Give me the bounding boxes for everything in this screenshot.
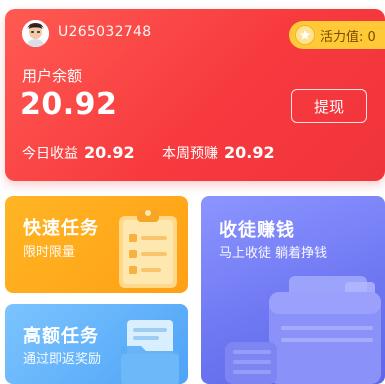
withdraw-button[interactable]: 提现 bbox=[291, 89, 367, 123]
today-earnings-label: 今日收益 bbox=[22, 146, 78, 162]
recruit-card[interactable]: 收徒赚钱 马上收徒 躺着挣钱 bbox=[201, 196, 385, 384]
week-estimate-label: 本周预赚 bbox=[162, 146, 218, 162]
star-icon bbox=[295, 25, 315, 45]
week-estimate-value: 20.92 bbox=[224, 143, 275, 162]
balance-value: 20.92 bbox=[20, 87, 118, 122]
vitality-badge[interactable]: 活力值: 0 bbox=[289, 21, 385, 49]
fast-task-title: 快速任务 bbox=[23, 218, 99, 239]
week-estimate: 本周预赚 20.92 bbox=[162, 143, 275, 163]
vitality-label: 活力值: 0 bbox=[320, 29, 376, 45]
balance-label: 用户余额 bbox=[22, 67, 83, 85]
high-task-card[interactable]: 高额任务 通过即返奖励 bbox=[5, 304, 188, 384]
high-task-title: 高额任务 bbox=[23, 326, 99, 347]
recruit-subtitle: 马上收徒 躺着挣钱 bbox=[219, 246, 328, 261]
user-id: U265032748 bbox=[58, 24, 152, 40]
folder-icon bbox=[121, 320, 179, 384]
today-earnings: 今日收益 20.92 bbox=[22, 143, 135, 163]
clipboard-icon bbox=[119, 210, 177, 288]
fast-task-card[interactable]: 快速任务 限时限量 bbox=[5, 196, 188, 293]
balance-card: U265032748 活力值: 0 用户余额 20.92 提现 今日收益 20.… bbox=[5, 9, 385, 181]
recruit-title: 收徒赚钱 bbox=[219, 220, 295, 241]
wallet-icon bbox=[225, 276, 381, 384]
high-task-subtitle: 通过即返奖励 bbox=[23, 352, 102, 367]
fast-task-subtitle: 限时限量 bbox=[23, 245, 76, 260]
avatar[interactable] bbox=[22, 20, 49, 47]
today-earnings-value: 20.92 bbox=[84, 143, 135, 162]
